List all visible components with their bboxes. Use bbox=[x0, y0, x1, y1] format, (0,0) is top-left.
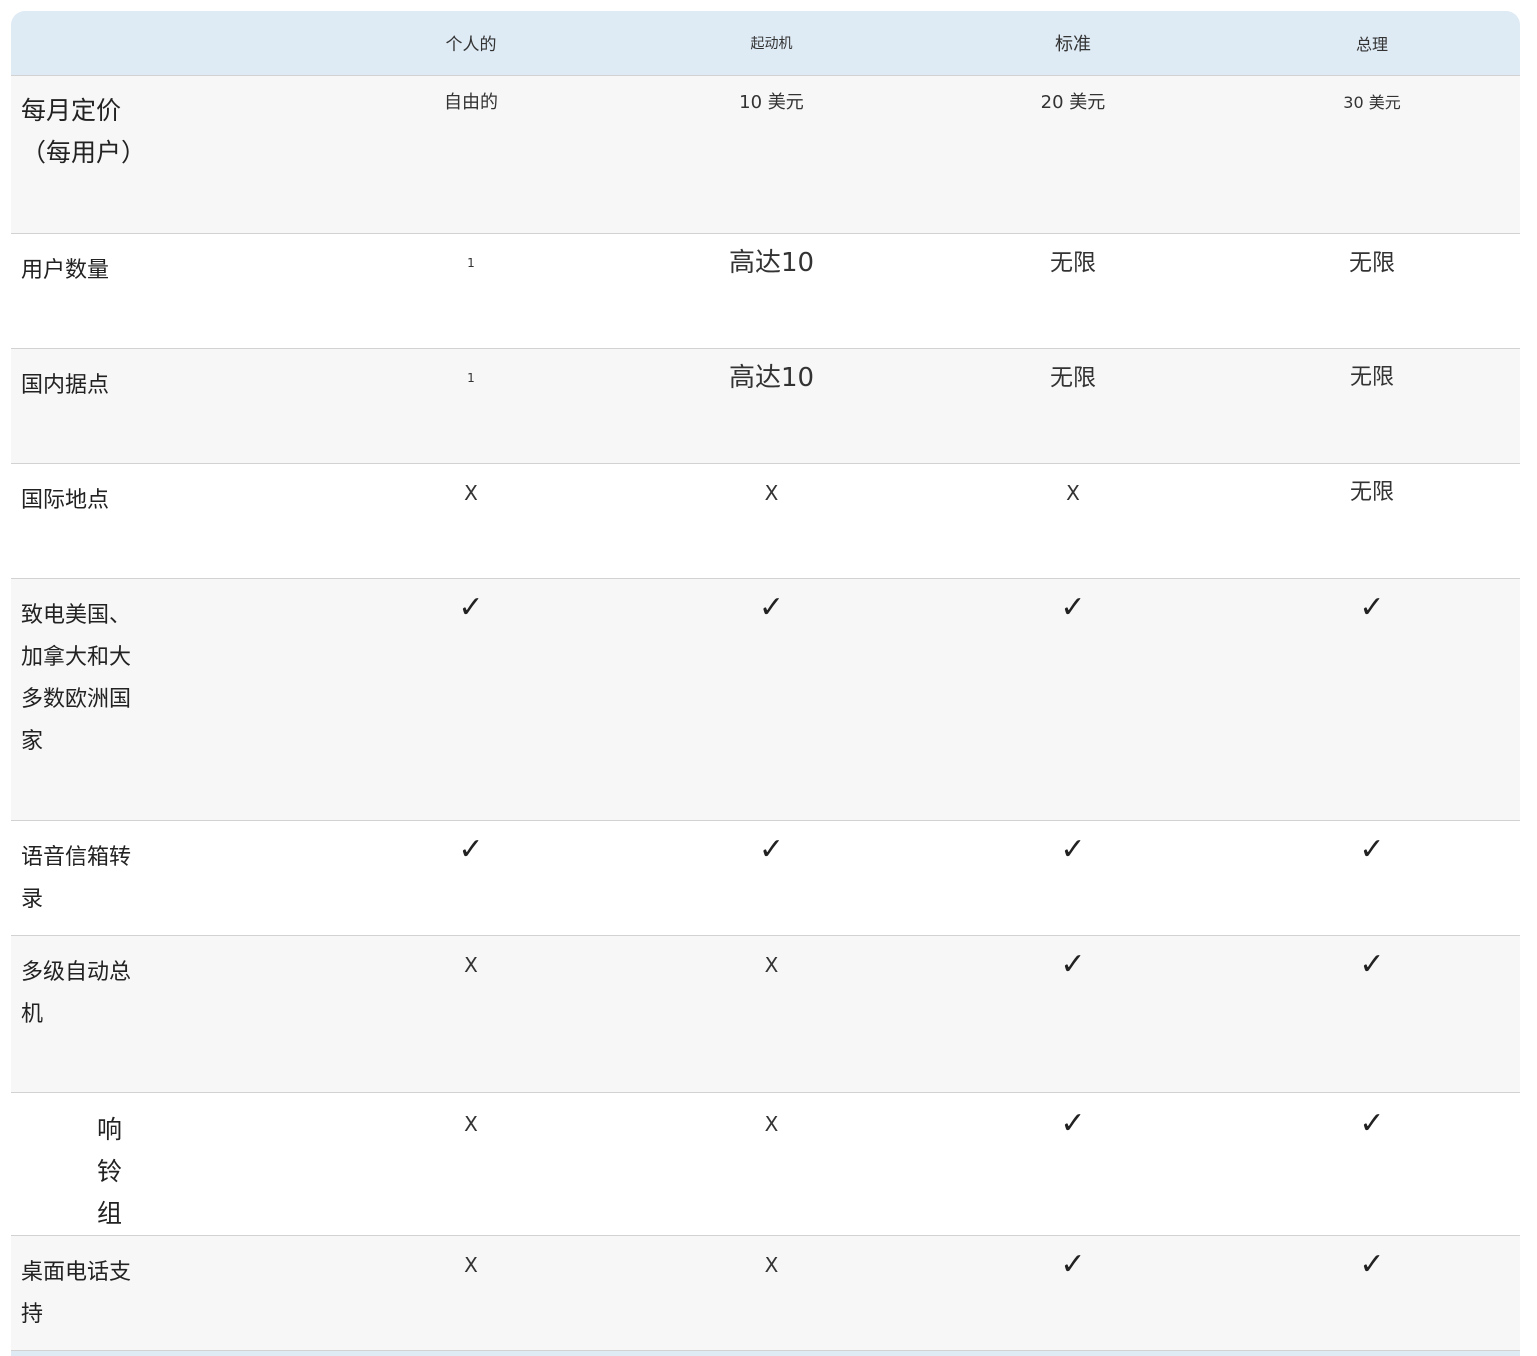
cell-personal: 1 bbox=[321, 233, 621, 348]
table-row-desk-phone-support: 桌面电话支持 X X ✓ ✓ bbox=[11, 1235, 1520, 1350]
feature-label: 用户数量 bbox=[21, 257, 110, 283]
table-header-row: 个人的 起动机 标准 总理 bbox=[11, 11, 1520, 75]
feature-label: 国内据点 bbox=[21, 372, 110, 398]
feature-label: 致电美国、加拿大和大多数欧洲国家 bbox=[21, 602, 132, 754]
cell-value: 30 美元 bbox=[1343, 92, 1401, 112]
cell-value: X bbox=[1066, 480, 1080, 505]
cell-personal: 自由的 bbox=[321, 75, 621, 233]
cell-standard: 20 美元 bbox=[922, 75, 1224, 233]
table-row-international-locations: 国际地点 X X X 无限 bbox=[11, 463, 1520, 578]
check-icon: ✓ bbox=[458, 589, 484, 625]
cell-personal: X bbox=[321, 463, 621, 578]
check-icon: ✓ bbox=[1060, 946, 1086, 982]
feature-label: 国际地点 bbox=[21, 487, 110, 513]
cell-standard: X bbox=[922, 463, 1224, 578]
cell-value: 高达10 bbox=[728, 247, 815, 278]
cross-icon: X bbox=[764, 1111, 779, 1136]
plan-header-premium: 总理 bbox=[1355, 34, 1388, 54]
plan-header-standard: 标准 bbox=[1055, 33, 1091, 55]
cell-starter: ✓ bbox=[621, 820, 922, 935]
cell-personal: X bbox=[321, 1092, 621, 1235]
check-icon: ✓ bbox=[1359, 831, 1385, 867]
cell-value: X bbox=[464, 480, 478, 505]
cell-premium: ✓ bbox=[1224, 1235, 1520, 1350]
check-icon: ✓ bbox=[1060, 831, 1086, 867]
cell-standard: 无限 bbox=[922, 233, 1224, 348]
cell-starter: 10 美元 bbox=[621, 75, 922, 233]
cell-value: 高达10 bbox=[728, 362, 815, 393]
cell-starter: X bbox=[621, 463, 922, 578]
pricing-table: 个人的 起动机 标准 总理 每月定价（每用户） 自由的 10 美元 20 美元 … bbox=[11, 11, 1520, 1351]
cell-personal: X bbox=[321, 935, 621, 1092]
table-row-auto-attendant: 多级自动总机 X X ✓ ✓ bbox=[11, 935, 1520, 1092]
cell-premium: 无限 bbox=[1224, 348, 1520, 463]
check-icon: ✓ bbox=[758, 831, 785, 867]
check-icon: ✓ bbox=[1359, 1246, 1385, 1282]
check-icon: ✓ bbox=[1359, 1105, 1385, 1141]
cell-premium: ✓ bbox=[1224, 935, 1520, 1092]
cell-personal: ✓ bbox=[321, 820, 621, 935]
cell-standard: ✓ bbox=[922, 1235, 1224, 1350]
feature-label: 响铃组 bbox=[97, 1114, 123, 1228]
cell-value: 20 美元 bbox=[1040, 91, 1106, 113]
table-row-user-count: 用户数量 1 高达10 无限 无限 bbox=[11, 233, 1520, 348]
check-icon: ✓ bbox=[1060, 589, 1086, 625]
cell-value: 1 bbox=[467, 255, 475, 270]
table-row-monthly-price: 每月定价（每用户） 自由的 10 美元 20 美元 30 美元 bbox=[11, 75, 1520, 233]
table-row-domestic-locations: 国内据点 1 高达10 无限 无限 bbox=[11, 348, 1520, 463]
cell-premium: ✓ bbox=[1224, 578, 1520, 820]
feature-label: 每月定价（每用户） bbox=[21, 95, 147, 167]
cell-value: 无限 bbox=[1050, 364, 1096, 391]
cell-value: 1 bbox=[467, 370, 475, 385]
cell-starter: X bbox=[621, 1092, 922, 1235]
feature-label: 多级自动总机 bbox=[21, 959, 132, 1027]
cell-premium: ✓ bbox=[1224, 820, 1520, 935]
cell-premium: ✓ bbox=[1224, 1092, 1520, 1235]
cell-value: 无限 bbox=[1349, 364, 1394, 390]
plan-header-starter: 起动机 bbox=[750, 35, 793, 52]
check-icon: ✓ bbox=[1060, 1105, 1086, 1141]
cell-standard: ✓ bbox=[922, 935, 1224, 1092]
cross-icon: X bbox=[464, 952, 478, 977]
feature-label: 桌面电话支持 bbox=[21, 1259, 132, 1327]
cross-icon: X bbox=[464, 1111, 478, 1136]
check-icon: ✓ bbox=[1359, 946, 1385, 982]
cell-starter: X bbox=[621, 1235, 922, 1350]
pricing-comparison: 个人的 起动机 标准 总理 每月定价（每用户） 自由的 10 美元 20 美元 … bbox=[11, 11, 1520, 1356]
cell-premium: 无限 bbox=[1224, 463, 1520, 578]
cross-icon: X bbox=[764, 952, 779, 977]
check-icon: ✓ bbox=[458, 831, 484, 867]
check-icon: ✓ bbox=[758, 589, 785, 625]
cell-starter: ✓ bbox=[621, 578, 922, 820]
feature-label: 语音信箱转录 bbox=[21, 844, 132, 912]
cell-standard: ✓ bbox=[922, 578, 1224, 820]
cell-personal: X bbox=[321, 1235, 621, 1350]
cell-value: 10 美元 bbox=[739, 91, 804, 113]
cell-value: 无限 bbox=[1050, 249, 1096, 276]
header-empty-cell bbox=[11, 11, 321, 75]
cell-personal: 1 bbox=[321, 348, 621, 463]
cross-icon: X bbox=[464, 1252, 478, 1277]
cell-starter: 高达10 bbox=[621, 233, 922, 348]
cell-value: X bbox=[764, 480, 779, 505]
plan-header-personal: 个人的 bbox=[445, 35, 497, 56]
cell-value: 无限 bbox=[1349, 479, 1394, 505]
cell-personal: ✓ bbox=[321, 578, 621, 820]
table-row-calling-regions: 致电美国、加拿大和大多数欧洲国家 ✓ ✓ ✓ ✓ bbox=[11, 578, 1520, 820]
table-row-voicemail-transcription: 语音信箱转录 ✓ ✓ ✓ ✓ bbox=[11, 820, 1520, 935]
cross-icon: X bbox=[764, 1252, 779, 1277]
cell-premium: 无限 bbox=[1224, 233, 1520, 348]
cell-standard: 无限 bbox=[922, 348, 1224, 463]
cell-premium: 30 美元 bbox=[1224, 75, 1520, 233]
check-icon: ✓ bbox=[1359, 589, 1385, 625]
cell-standard: ✓ bbox=[922, 820, 1224, 935]
cell-value: 自由的 bbox=[444, 91, 498, 113]
cell-standard: ✓ bbox=[922, 1092, 1224, 1235]
table-footer-bar bbox=[11, 1350, 1520, 1356]
table-row-ring-groups: 响铃组 X X ✓ ✓ bbox=[11, 1092, 1520, 1235]
cell-value: 无限 bbox=[1349, 249, 1395, 276]
cell-starter: 高达10 bbox=[621, 348, 922, 463]
check-icon: ✓ bbox=[1060, 1246, 1086, 1282]
cell-starter: X bbox=[621, 935, 922, 1092]
